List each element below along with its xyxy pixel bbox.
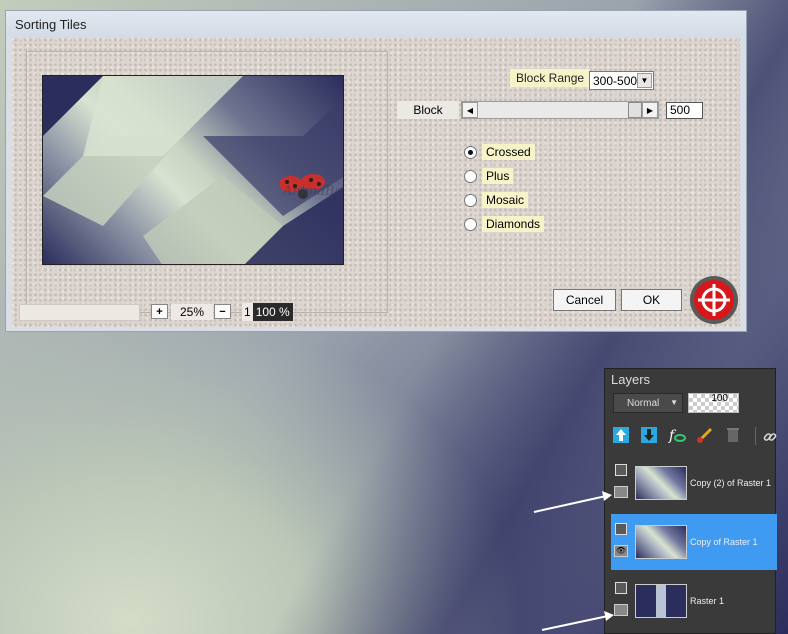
- radio-label: Crossed: [482, 144, 535, 160]
- layer-row[interactable]: Copy (2) of Raster 1: [611, 455, 777, 511]
- slider-right-icon[interactable]: ▶: [642, 102, 658, 118]
- blend-mode-value: Normal: [627, 397, 660, 409]
- block-value-input[interactable]: 500: [666, 102, 703, 119]
- layer-name: Copy (2) of Raster 1: [690, 478, 772, 488]
- trash-icon[interactable]: [723, 425, 743, 445]
- radio-option-crossed[interactable]: Crossed: [464, 144, 535, 160]
- radio-option-plus[interactable]: Plus: [464, 168, 514, 184]
- brush-icon[interactable]: [695, 425, 715, 445]
- layer-row-icons: [611, 458, 633, 508]
- radio-option-mosaic[interactable]: Mosaic: [464, 192, 529, 208]
- blend-mode-select[interactable]: Normal ▼: [613, 393, 683, 413]
- chevron-down-icon[interactable]: ▼: [637, 73, 652, 88]
- slider-left-icon[interactable]: ◀: [462, 102, 478, 118]
- radio-button[interactable]: [464, 145, 477, 159]
- layer-name: Copy of Raster 1: [690, 537, 758, 547]
- block-slider[interactable]: ◀ ▶: [461, 101, 659, 119]
- layers-panel: Layers Normal ▼ 100 f Copy (2) of Raster…: [604, 368, 777, 634]
- layers-toolbar: f: [611, 425, 743, 445]
- block-label: Block: [413, 103, 443, 117]
- new-layer-icon[interactable]: [611, 425, 631, 445]
- ok-button[interactable]: OK: [621, 289, 682, 311]
- layer-page-icon[interactable]: [615, 523, 627, 535]
- sorting-tiles-dialog: Sorting Tiles AnimaBelle Block Range 300…: [5, 10, 747, 332]
- cancel-button[interactable]: Cancel: [553, 289, 616, 311]
- layer-thumbnail[interactable]: [635, 466, 687, 500]
- toolbar-divider: [755, 427, 756, 445]
- dialog-title: Sorting Tiles: [15, 16, 87, 32]
- layer-page-icon[interactable]: [615, 582, 627, 594]
- link-icon[interactable]: [760, 427, 780, 447]
- layer-row-icons: [611, 576, 633, 626]
- block-range-select[interactable]: 300-500 ▼: [589, 71, 654, 90]
- layers-title: Layers: [611, 372, 651, 387]
- slider-thumb[interactable]: [628, 102, 642, 118]
- visibility-toggle-icon[interactable]: [614, 604, 628, 616]
- fx-icon[interactable]: f: [667, 425, 687, 445]
- opacity-field[interactable]: 100: [688, 393, 739, 413]
- visibility-toggle-icon[interactable]: [614, 486, 628, 498]
- block-label-box: Block: [397, 101, 459, 119]
- actual-size-label: 100 %: [252, 303, 293, 321]
- preview-image[interactable]: AnimaBelle: [42, 75, 344, 265]
- radio-button[interactable]: [464, 193, 477, 207]
- radio-label: Plus: [482, 168, 514, 184]
- preview-watermark: AnimaBelle: [283, 184, 343, 199]
- zoom-out-button[interactable]: −: [214, 304, 231, 319]
- filter-logo-icon: [690, 276, 738, 324]
- layer-thumbnail[interactable]: [635, 525, 687, 559]
- chevron-down-icon[interactable]: ▼: [670, 398, 678, 407]
- actual-size-prefix: 1: [242, 303, 253, 321]
- zoom-value: 25%: [171, 304, 213, 320]
- layer-thumbnail[interactable]: [635, 584, 687, 618]
- block-range-value: 300-500: [593, 73, 638, 88]
- layer-row-icons: 👁: [611, 517, 633, 567]
- radio-label: Diamonds: [482, 216, 545, 232]
- layer-page-icon[interactable]: [615, 464, 627, 476]
- actual-size-button[interactable]: 1 100 %: [242, 303, 293, 321]
- radio-button[interactable]: [464, 217, 477, 231]
- radio-option-diamonds[interactable]: Diamonds: [464, 216, 545, 232]
- layer-row[interactable]: Raster 1: [611, 573, 777, 629]
- radio-label: Mosaic: [482, 192, 529, 208]
- zoom-track: [19, 304, 140, 321]
- move-down-icon[interactable]: [639, 425, 659, 445]
- eye-icon[interactable]: 👁: [614, 545, 628, 557]
- zoom-in-button[interactable]: +: [151, 304, 168, 319]
- block-range-label: Block Range: [510, 69, 591, 87]
- dialog-titlebar[interactable]: Sorting Tiles: [6, 11, 746, 37]
- layer-name: Raster 1: [690, 596, 725, 606]
- radio-button[interactable]: [464, 169, 477, 183]
- layer-row[interactable]: 👁 Copy of Raster 1: [611, 514, 777, 570]
